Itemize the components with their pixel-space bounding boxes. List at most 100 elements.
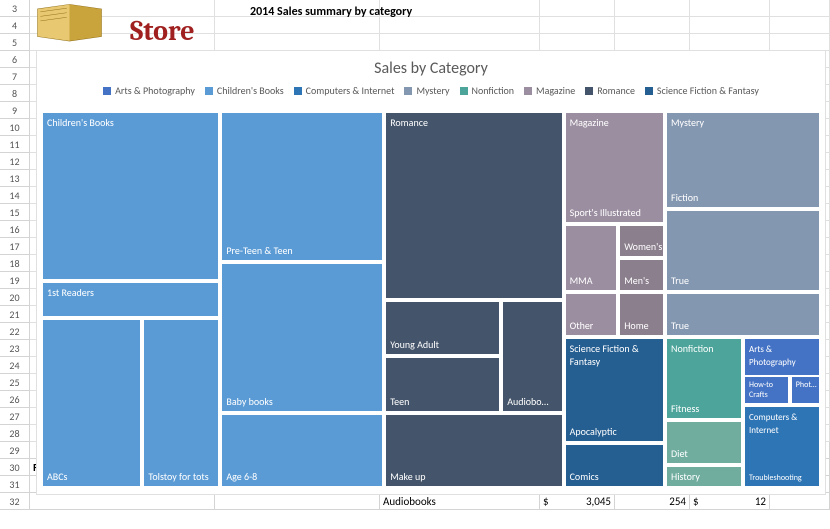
row-header-24[interactable]: 24 <box>0 357 30 374</box>
tm-tolstoy[interactable]: Tolstoy for tots <box>142 318 220 488</box>
row-header-16[interactable]: 16 <box>0 221 30 238</box>
spreadsheet-grid: A B C D E F G 34567891011121314151617181… <box>0 0 830 529</box>
treemap-chart[interactable]: Sales by Category Arts & PhotographyChil… <box>36 50 826 495</box>
cell-E32[interactable]: 254 <box>615 493 690 510</box>
tm-womens[interactable]: Women's <box>618 224 665 258</box>
legend-label: Nonfiction <box>472 84 515 97</box>
row-header-32[interactable]: 32 <box>0 493 30 510</box>
tm-romance[interactable]: Romance <box>384 111 563 300</box>
cell-G32[interactable] <box>770 493 830 510</box>
row-header-27[interactable]: 27 <box>0 408 30 425</box>
tm-diet[interactable]: Diet <box>665 420 743 465</box>
row-header-15[interactable]: 15 <box>0 204 30 221</box>
row-header-4[interactable]: 4 <box>0 17 30 34</box>
row-header-26[interactable]: 26 <box>0 391 30 408</box>
tm-other[interactable]: Other <box>564 292 619 337</box>
tm-preteen[interactable]: Pre-Teen & Teen <box>220 111 384 262</box>
row-header-18[interactable]: 18 <box>0 255 30 272</box>
cell-C32[interactable]: Audiobooks <box>380 493 540 510</box>
row-header-10[interactable]: 10 <box>0 119 30 136</box>
row-header-21[interactable]: 21 <box>0 306 30 323</box>
cell-D4[interactable] <box>540 17 615 34</box>
row-header-3[interactable]: 3 <box>0 0 30 17</box>
tm-history[interactable]: History <box>665 465 743 488</box>
legend-swatch-icon <box>524 87 532 95</box>
tm-phot[interactable]: Phot… <box>790 375 821 405</box>
row-header-25[interactable]: 25 <box>0 374 30 391</box>
legend-item[interactable]: Science Fiction & Fantasy <box>645 84 759 97</box>
cell-C5[interactable] <box>380 34 540 51</box>
legend-item[interactable]: Computers & Internet <box>294 84 395 97</box>
cell-E3[interactable] <box>615 0 690 17</box>
tm-ci[interactable]: Computers & InternetTroubleshooting <box>743 405 821 488</box>
legend-label: Magazine <box>536 84 575 97</box>
tm-magazine[interactable]: MagazineSport's Illustrated <box>564 111 665 224</box>
legend-item[interactable]: Children's Books <box>205 84 284 97</box>
row-header-14[interactable]: 14 <box>0 187 30 204</box>
cell-F32[interactable]: $12 <box>690 493 770 510</box>
row-header-7[interactable]: 7 <box>0 68 30 85</box>
row-header-12[interactable]: 12 <box>0 153 30 170</box>
cell-A32[interactable] <box>30 493 215 510</box>
tm-childrens[interactable]: Children's Books <box>41 111 220 281</box>
legend-item[interactable]: Romance <box>585 84 635 97</box>
cell-E5[interactable] <box>615 34 690 51</box>
cell-D3[interactable] <box>540 0 615 17</box>
row-header-17[interactable]: 17 <box>0 238 30 255</box>
tm-mma[interactable]: MMA <box>564 224 619 292</box>
row-5: 5 <box>0 34 830 51</box>
row-header-28[interactable]: 28 <box>0 425 30 442</box>
legend-label: Children's Books <box>217 84 284 97</box>
tm-true2[interactable]: True <box>665 292 821 337</box>
row-header-5[interactable]: 5 <box>0 34 30 51</box>
row-header-9[interactable]: 9 <box>0 102 30 119</box>
tm-crafts[interactable]: How-to Crafts <box>743 375 790 405</box>
cell-B32[interactable] <box>215 493 380 510</box>
row-header-19[interactable]: 19 <box>0 272 30 289</box>
tm-age68[interactable]: Age 6-8 <box>220 413 384 488</box>
row-header-30[interactable]: 30 <box>0 459 30 476</box>
row-header-8[interactable]: 8 <box>0 85 30 102</box>
row-header-31[interactable]: 31 <box>0 476 30 493</box>
cell-E4[interactable] <box>615 17 690 34</box>
legend-item[interactable]: Magazine <box>524 84 575 97</box>
cell-C4[interactable] <box>380 17 540 34</box>
tm-sf[interactable]: Science Fiction & FantasyApocalyptic <box>564 337 665 443</box>
cell-B4[interactable] <box>215 17 380 34</box>
legend-item[interactable]: Mystery <box>404 84 449 97</box>
tm-ya[interactable]: Young Adult <box>384 300 501 357</box>
tm-abcs[interactable]: ABCs <box>41 318 142 488</box>
row-header-20[interactable]: 20 <box>0 289 30 306</box>
cell-B5[interactable] <box>215 34 380 51</box>
tm-comics[interactable]: Comics <box>564 443 665 488</box>
tm-nonfic[interactable]: NonfictionFitness <box>665 337 743 420</box>
row-header-23[interactable]: 23 <box>0 340 30 357</box>
row-header-13[interactable]: 13 <box>0 170 30 187</box>
row-header-6[interactable]: 6 <box>0 51 30 68</box>
cell-F3[interactable] <box>690 0 770 17</box>
tm-true1[interactable]: True <box>665 209 821 292</box>
tm-makeup[interactable]: Make up <box>384 413 563 488</box>
cell-F5[interactable] <box>690 34 770 51</box>
cell-D32[interactable]: $3,045 <box>540 493 615 510</box>
tm-mens[interactable]: Men's <box>618 258 665 292</box>
cell-F4[interactable] <box>690 17 770 34</box>
tm-first[interactable]: 1st Readers <box>41 281 220 319</box>
cell-G3[interactable] <box>770 0 830 17</box>
tm-mystery[interactable]: MysteryFiction <box>665 111 821 209</box>
row-header-29[interactable]: 29 <box>0 442 30 459</box>
cell-D5[interactable] <box>540 34 615 51</box>
cell-G4[interactable] <box>770 17 830 34</box>
legend-swatch-icon <box>585 87 593 95</box>
tm-baby[interactable]: Baby books <box>220 262 384 413</box>
legend-swatch-icon <box>460 87 468 95</box>
tm-audio[interactable]: Audiobo… <box>501 300 563 413</box>
tm-teen[interactable]: Teen <box>384 356 501 413</box>
row-header-22[interactable]: 22 <box>0 323 30 340</box>
legend-swatch-icon <box>103 87 111 95</box>
cell-G5[interactable] <box>770 34 830 51</box>
row-header-11[interactable]: 11 <box>0 136 30 153</box>
tm-home[interactable]: Home <box>618 292 665 337</box>
legend-item[interactable]: Arts & Photography <box>103 84 195 97</box>
legend-item[interactable]: Nonfiction <box>460 84 515 97</box>
